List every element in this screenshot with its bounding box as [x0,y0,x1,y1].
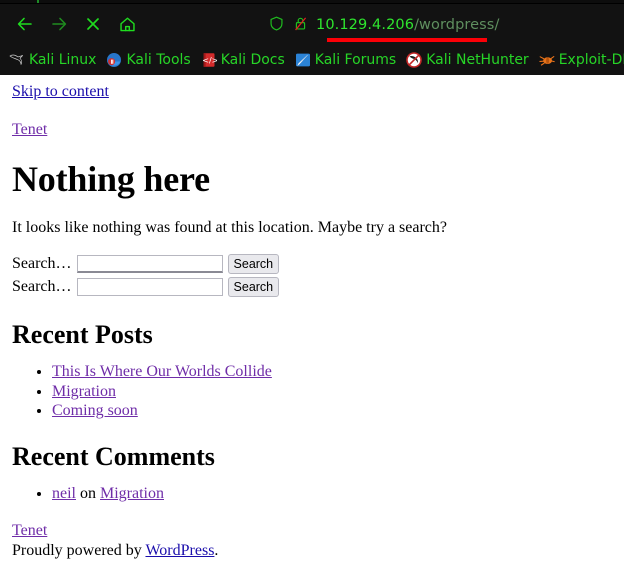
kali-tools-icon [106,52,122,68]
list-item: neil on Migration [52,484,612,504]
kali-nethunter-icon [406,51,423,68]
bookmark-kali-forums[interactable]: Kali Forums [293,51,401,69]
home-icon [118,15,137,34]
site-footer: Tenet Proudly powered by WordPress. [12,521,612,560]
url-bar[interactable]: 10.129.4.206/wordpress/ [268,12,499,38]
url-text[interactable]: 10.129.4.206/wordpress/ [316,18,499,33]
page-content: Skip to content Tenet Nothing here It lo… [0,75,624,560]
list-item: Migration [52,382,612,402]
bookmark-label: Kali Tools [126,51,191,68]
search-form-secondary: Search… Search [12,276,612,299]
search-label: Search… [12,255,72,273]
page-title: Nothing here [12,159,210,199]
recent-comments-list: neil on Migration [12,484,612,504]
bookmarks-toolbar: Kali Linux Kali Tools </> Kali Docs Kali… [0,44,624,75]
bookmark-label: Kali Forums [314,51,397,68]
home-button[interactable] [110,8,144,40]
forward-button[interactable] [42,8,76,40]
list-item: This Is Where Our Worlds Collide [52,362,612,382]
bookmark-exploit-db[interactable]: Exploit-DB [537,51,624,69]
comment-author-link[interactable]: neil [52,485,76,502]
recent-posts-heading: Recent Posts [12,319,153,349]
shield-icon[interactable] [268,15,285,36]
footer-site-title-link[interactable]: Tenet [12,521,612,541]
bookmark-label: Exploit-DB [558,51,624,68]
url-host: 10.129.4.206 [316,16,415,33]
active-tab-indicator[interactable] [37,0,39,3]
svg-text:</>: </> [202,56,217,65]
bookmark-label: Kali Docs [220,51,285,68]
kali-docs-icon: </> [201,52,217,68]
url-highlight-annotation [327,38,487,42]
skip-to-content-link[interactable]: Skip to content [12,83,109,100]
recent-comments-heading: Recent Comments [12,441,215,471]
bookmark-label: Kali NetHunter [426,51,529,68]
bookmark-kali-docs[interactable]: </> Kali Docs [199,51,290,69]
site-title-link[interactable]: Tenet [12,121,47,138]
recent-post-link[interactable]: This Is Where Our Worlds Collide [52,363,272,380]
recent-post-link[interactable]: Coming soon [52,402,138,419]
bookmark-kali-nethunter[interactable]: Kali NetHunter [404,51,533,69]
list-item: Coming soon [52,401,612,421]
footer-credit-suffix: . [214,541,219,559]
back-arrow-icon [15,14,35,34]
stop-button[interactable] [76,8,110,40]
insecure-lock-icon[interactable] [292,15,309,36]
comment-connector: on [80,484,96,502]
skip-link-row: Skip to content [12,75,612,101]
recent-post-link[interactable]: Migration [52,383,116,400]
search-form-primary: Search… Search [12,253,612,276]
close-icon [84,15,102,33]
recent-posts-list: This Is Where Our Worlds Collide Migrati… [12,362,612,421]
search-submit-button[interactable]: Search [227,277,280,298]
forward-arrow-icon [49,14,69,34]
back-button[interactable] [8,8,42,40]
kali-dragon-icon [9,52,25,68]
comment-post-link[interactable]: Migration [100,485,164,502]
search-input[interactable] [76,255,223,274]
bookmark-kali-linux[interactable]: Kali Linux [7,51,101,69]
site-title-row: Tenet [12,121,612,139]
search-label: Search… [12,278,72,296]
footer-credit-prefix: Proudly powered by [12,541,142,559]
wordpress-link[interactable]: WordPress [145,542,214,559]
search-input[interactable] [76,278,223,297]
url-path: /wordpress/ [414,16,500,33]
exploit-db-icon [539,52,555,68]
bookmark-label: Kali Linux [29,51,97,68]
search-submit-button[interactable]: Search [227,254,280,275]
not-found-message: It looks like nothing was found at this … [12,218,448,236]
kali-forums-icon [295,52,311,68]
navigation-toolbar: 10.129.4.206/wordpress/ [0,4,624,44]
bookmark-kali-tools[interactable]: Kali Tools [104,51,195,69]
browser-chrome: 10.129.4.206/wordpress/ Kali Linux Kali … [0,0,624,75]
